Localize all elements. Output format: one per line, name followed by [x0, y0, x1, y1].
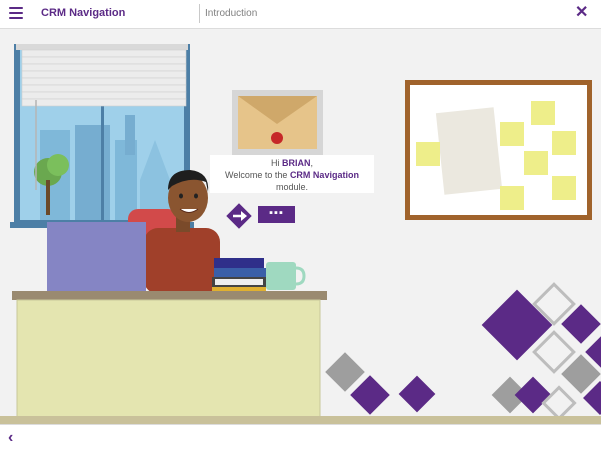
books-and-mug [212, 258, 306, 292]
top-bar: CRM Navigation Introduction ✕ [0, 0, 601, 29]
hamburger-menu-icon[interactable] [9, 7, 23, 19]
module-name: CRM Navigation [289, 170, 359, 180]
bottom-bar: ‹ [0, 424, 601, 453]
desk [12, 291, 327, 418]
more-options-button[interactable]: ▪▪▪ [258, 206, 295, 223]
section-title: Introduction [205, 8, 258, 19]
framed-envelope-picture [232, 90, 323, 155]
app-title: CRM Navigation [41, 7, 126, 19]
greeting-text: Hi [270, 158, 280, 168]
bulletin-board [405, 80, 592, 220]
welcome-suffix: module. [275, 182, 309, 192]
window [10, 44, 194, 228]
back-arrow-icon[interactable]: ‹ [8, 430, 13, 446]
welcome-prefix: Welcome to the [225, 170, 288, 180]
header-divider [199, 4, 200, 23]
greeting-punct: , [310, 158, 314, 168]
monitor [47, 222, 146, 294]
user-name: BRIAN [282, 158, 311, 168]
welcome-speech-bubble: Hi BRIAN, Welcome to the CRM Navigation … [210, 155, 374, 193]
close-icon[interactable]: ✕ [575, 4, 588, 22]
arrow-right-icon[interactable] [224, 201, 254, 231]
office-scene-illustration [0, 29, 601, 425]
